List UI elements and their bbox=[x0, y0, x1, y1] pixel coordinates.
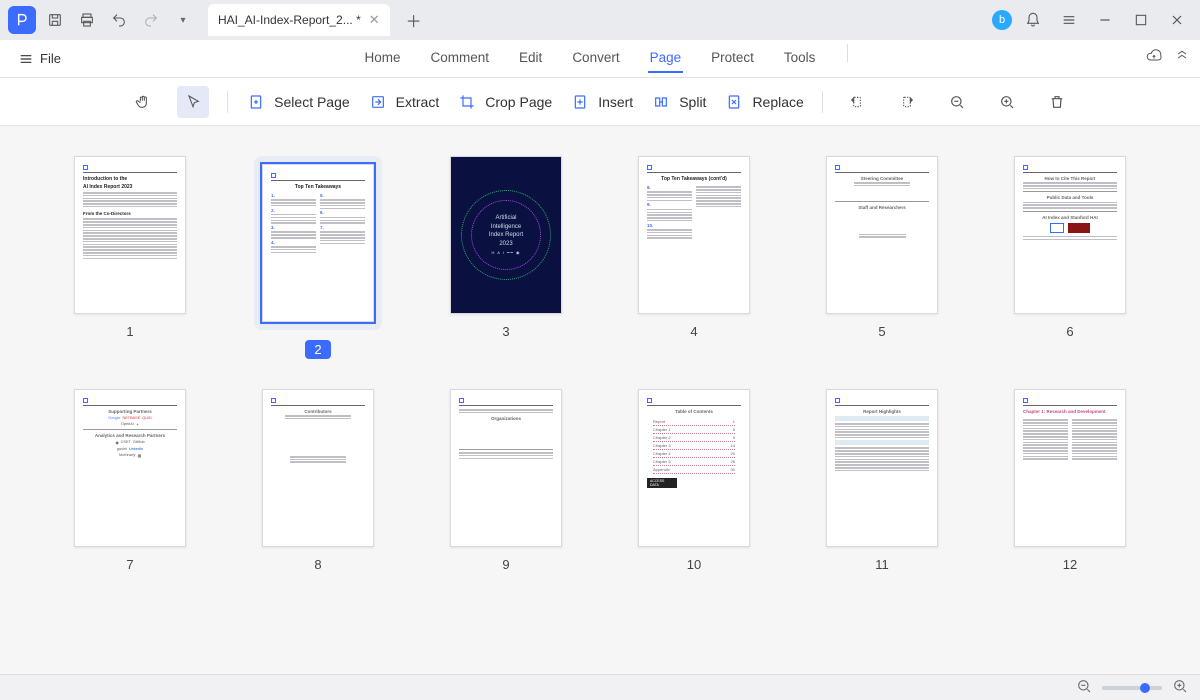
menu-tools[interactable]: Tools bbox=[782, 44, 818, 73]
insert-button[interactable]: Insert bbox=[570, 92, 633, 112]
select-page-icon bbox=[246, 92, 266, 112]
redo-icon[interactable] bbox=[138, 7, 164, 33]
app-logo bbox=[8, 6, 36, 34]
crop-page-button[interactable]: Crop Page bbox=[457, 92, 552, 112]
page-thumbnail-1[interactable]: Introduction to the AI Index Report 2023… bbox=[60, 156, 200, 359]
file-menu-label: File bbox=[40, 51, 61, 66]
page-number-selected: 2 bbox=[305, 340, 330, 359]
page-thumbnail-4[interactable]: Top Ten Takeaways (cont'd) 8.9.10. 4 bbox=[624, 156, 764, 359]
hand-tool-icon[interactable] bbox=[127, 86, 159, 118]
close-tab-icon[interactable]: ✕ bbox=[369, 12, 380, 28]
page-thumbnail-5[interactable]: Steering Committee Staff and Researchers… bbox=[812, 156, 952, 359]
page-thumbnail-7[interactable]: Supporting Partners GoogleNETBASEQUID Op… bbox=[60, 389, 200, 572]
page-number: 11 bbox=[875, 557, 889, 572]
status-zoom-out-icon[interactable] bbox=[1076, 678, 1092, 697]
menu-page[interactable]: Page bbox=[648, 44, 684, 73]
menu-convert[interactable]: Convert bbox=[570, 44, 621, 73]
menu-protect[interactable]: Protect bbox=[709, 44, 756, 73]
rotate-left-icon[interactable] bbox=[841, 86, 873, 118]
page-thumbnail-3[interactable]: Artificial Intelligence Index Report 202… bbox=[436, 156, 576, 359]
rotate-right-icon[interactable] bbox=[891, 86, 923, 118]
page-number: 5 bbox=[878, 324, 885, 339]
insert-label: Insert bbox=[598, 94, 633, 110]
page-number: 12 bbox=[1063, 557, 1077, 572]
hamburger-menu-icon[interactable] bbox=[1054, 5, 1084, 35]
page-toolbar: Select Page Extract Crop Page Insert Spl… bbox=[0, 78, 1200, 126]
select-page-button[interactable]: Select Page bbox=[246, 92, 350, 112]
document-tab-label: HAI_AI-Index-Report_2... * bbox=[218, 13, 361, 27]
extract-button[interactable]: Extract bbox=[368, 92, 440, 112]
page-thumbnail-6[interactable]: How to Cite This Report Public Data and … bbox=[1000, 156, 1140, 359]
zoom-in-icon[interactable] bbox=[991, 86, 1023, 118]
page-thumbnail-12[interactable]: Chapter 1: Research and Development 12 bbox=[1000, 389, 1140, 572]
page-number: 8 bbox=[314, 557, 321, 572]
split-label: Split bbox=[679, 94, 706, 110]
replace-icon bbox=[724, 92, 744, 112]
page-thumbnail-10[interactable]: Table of Contents Report1 Chapter 15 Cha… bbox=[624, 389, 764, 572]
page-number: 4 bbox=[690, 324, 697, 339]
cloud-upload-icon[interactable] bbox=[1146, 48, 1162, 69]
window-close-icon[interactable] bbox=[1162, 5, 1192, 35]
user-avatar[interactable]: b bbox=[992, 10, 1012, 30]
quick-access-more-icon[interactable]: ▾ bbox=[170, 7, 196, 33]
status-zoom-in-icon[interactable] bbox=[1172, 678, 1188, 697]
extract-icon bbox=[368, 92, 388, 112]
replace-button[interactable]: Replace bbox=[724, 92, 803, 112]
pointer-tool-icon[interactable] bbox=[177, 86, 209, 118]
page-number: 3 bbox=[502, 324, 509, 339]
menu-comment[interactable]: Comment bbox=[429, 44, 492, 73]
page-number: 9 bbox=[502, 557, 509, 572]
main-menu: Home Comment Edit Convert Page Protect T… bbox=[69, 44, 1146, 73]
document-tab[interactable]: HAI_AI-Index-Report_2... * ✕ bbox=[208, 4, 390, 36]
crop-page-label: Crop Page bbox=[485, 94, 552, 110]
page-thumbnail-2[interactable]: Top Ten Takeaways 1.2.3.4. 5.6.7. 2 bbox=[248, 156, 388, 359]
select-page-label: Select Page bbox=[274, 94, 350, 110]
file-menu-button[interactable]: File bbox=[10, 47, 69, 71]
page-number: 7 bbox=[126, 557, 133, 572]
zoom-slider[interactable] bbox=[1102, 686, 1162, 690]
page-number: 10 bbox=[687, 557, 701, 572]
collapse-ribbon-icon[interactable] bbox=[1174, 48, 1190, 69]
notification-bell-icon[interactable] bbox=[1018, 5, 1048, 35]
menu-home[interactable]: Home bbox=[363, 44, 403, 73]
zoom-slider-knob[interactable] bbox=[1140, 683, 1150, 693]
page-thumbnail-9[interactable]: Organizations 9 bbox=[436, 389, 576, 572]
save-icon[interactable] bbox=[42, 7, 68, 33]
menu-bar: File Home Comment Edit Convert Page Prot… bbox=[0, 40, 1200, 78]
status-bar bbox=[0, 674, 1200, 700]
extract-label: Extract bbox=[396, 94, 440, 110]
page-number: 6 bbox=[1066, 324, 1073, 339]
window-minimize-icon[interactable] bbox=[1090, 5, 1120, 35]
menu-divider bbox=[847, 44, 848, 62]
insert-icon bbox=[570, 92, 590, 112]
page-number: 1 bbox=[126, 324, 133, 339]
title-bar: ▾ HAI_AI-Index-Report_2... * ✕ ＋ b bbox=[0, 0, 1200, 40]
delete-page-icon[interactable] bbox=[1041, 86, 1073, 118]
print-icon[interactable] bbox=[74, 7, 100, 33]
replace-label: Replace bbox=[752, 94, 803, 110]
zoom-out-icon[interactable] bbox=[941, 86, 973, 118]
menu-edit[interactable]: Edit bbox=[517, 44, 544, 73]
page-thumbnail-11[interactable]: Report Highlights 11 bbox=[812, 389, 952, 572]
split-icon bbox=[651, 92, 671, 112]
page-thumbnails-area[interactable]: Introduction to the AI Index Report 2023… bbox=[0, 126, 1200, 674]
undo-icon[interactable] bbox=[106, 7, 132, 33]
crop-icon bbox=[457, 92, 477, 112]
new-tab-button[interactable]: ＋ bbox=[400, 6, 428, 34]
page-thumbnail-8[interactable]: Contributors 8 bbox=[248, 389, 388, 572]
window-maximize-icon[interactable] bbox=[1126, 5, 1156, 35]
split-button[interactable]: Split bbox=[651, 92, 706, 112]
